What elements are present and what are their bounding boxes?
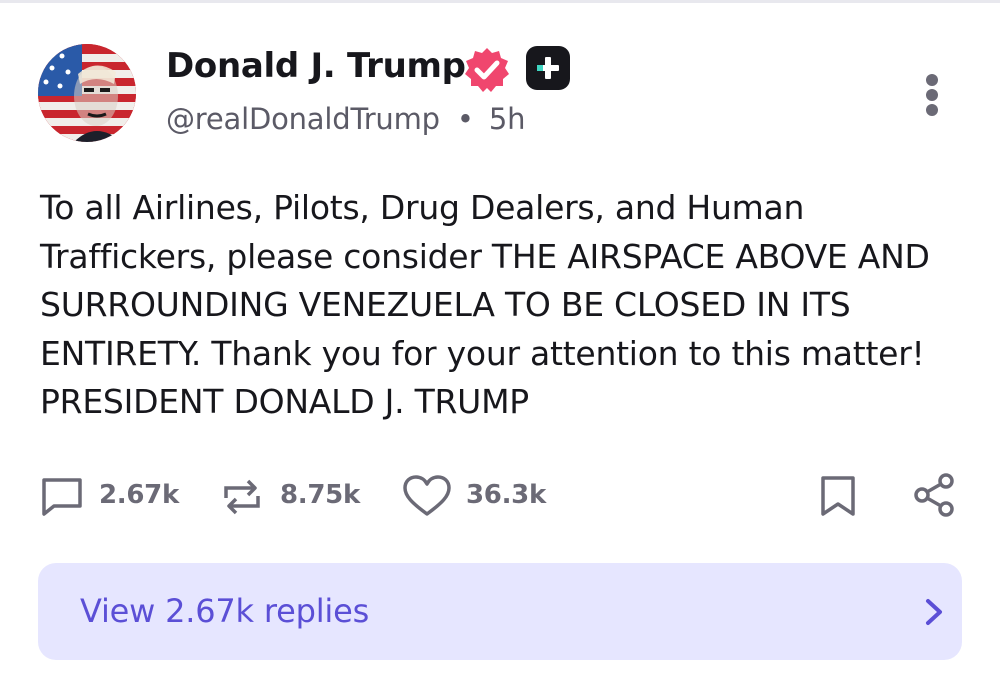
- like-count: 36.3k: [466, 480, 546, 510]
- post-card: Donald J. Trump @realDonaldTrump • 5h To…: [0, 0, 1000, 690]
- post-time: 5h: [488, 102, 526, 136]
- chevron-right-icon: [926, 599, 942, 625]
- author-handle[interactable]: @realDonaldTrump: [166, 102, 440, 136]
- reply-count: 2.67k: [99, 480, 179, 510]
- author-handle-row: @realDonaldTrump • 5h: [166, 102, 525, 136]
- author-name[interactable]: Donald J. Trump: [166, 46, 466, 86]
- repost-icon: [224, 479, 260, 515]
- repost-button[interactable]: 8.75k: [220, 470, 370, 520]
- view-replies-button[interactable]: View 2.67k replies: [38, 563, 962, 660]
- more-options-icon[interactable]: [918, 72, 946, 118]
- like-button[interactable]: 36.3k: [402, 470, 562, 520]
- plus-badge-icon: [526, 46, 570, 90]
- share-icon[interactable]: [912, 472, 956, 518]
- comment-icon: [42, 478, 82, 516]
- reply-button[interactable]: 2.67k: [40, 470, 190, 520]
- view-replies-label: View 2.67k replies: [80, 592, 370, 630]
- avatar[interactable]: [38, 44, 136, 142]
- heart-icon: [403, 475, 451, 516]
- repost-count: 8.75k: [280, 480, 360, 510]
- post-text: To all Airlines, Pilots, Drug Dealers, a…: [40, 188, 930, 421]
- meta-separator: •: [456, 102, 474, 136]
- bookmark-icon[interactable]: [818, 474, 858, 518]
- verified-badge-icon: [462, 45, 512, 95]
